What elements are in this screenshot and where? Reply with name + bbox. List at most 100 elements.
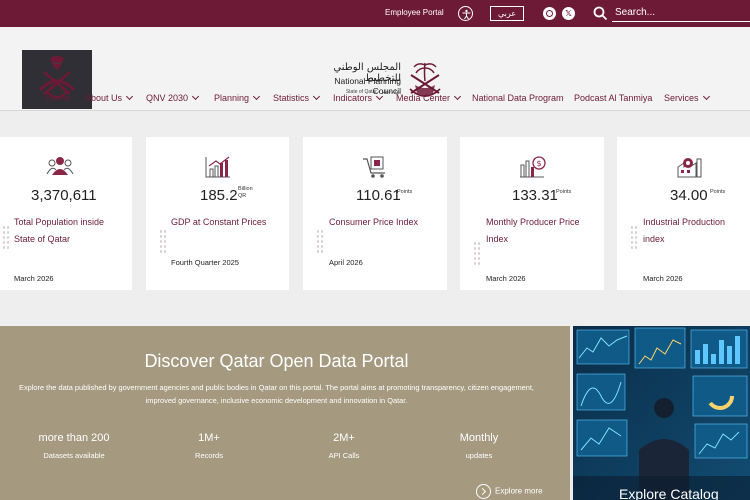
stat-label: Total Population inside State of Qatar [14,214,104,248]
open-data-title: Discover Qatar Open Data Portal [144,351,409,371]
stat-label-line: Industrial Production [643,217,726,227]
stat-label: Industrial Production index [643,214,725,248]
explore-catalog-title: Explore Catalog [619,486,719,500]
chevron-down-icon [125,92,134,101]
nav-qnv-2030[interactable]: QNV 2030 [146,92,200,103]
stat-card-gdp[interactable]: 185.2 Billion QR GDP at Constant Prices F… [146,137,289,290]
stat-card-ppi[interactable]: $ 133.31 Points Monthly Producer Price In… [460,137,604,290]
description-line: improved governance, inclusive economic … [145,396,408,405]
nav-label: Indicators [333,93,373,103]
search-input[interactable] [612,4,750,22]
stat-label-line: GDP at Constant Prices [171,217,267,227]
open-data-stat-number: 1M+ [198,432,220,444]
stat-unit-line: QR [238,193,247,199]
industry-icon [677,158,702,178]
stat-value: 133.31 [512,187,558,204]
top-bar: Employee Portal عربي 𝕏 [0,0,750,27]
stat-label-line: Consumer Price Index [329,217,419,227]
chevron-down-icon [252,92,261,101]
producer-price-icon: $ [520,156,546,178]
language-toggle[interactable]: عربي [490,6,524,21]
stat-unit: Points [556,189,571,196]
stat-value: 110.61 [356,187,401,204]
stat-card-cpi[interactable]: 110.61 Points Consumer Price Index April… [303,137,447,290]
stat-unit: Points [710,189,725,196]
stat-value: 185.2 [200,187,238,204]
nav-statistics[interactable]: Statistics [273,92,321,103]
stat-unit-line: Points [397,189,413,195]
dots-decoration [630,225,638,251]
nav-indicators[interactable]: Indicators [333,92,384,103]
open-data-stat: Monthly updates [434,432,524,460]
stat-card-industrial-production[interactable]: 34.00 Points Industrial Production index … [617,137,750,290]
cart-icon [363,156,385,178]
x-twitter-icon[interactable]: 𝕏 [562,7,575,20]
nav-label: Podcast Al Tanmiya [574,93,653,103]
stat-label-line: Total Population inside [14,217,105,227]
stat-value: 34.00 [670,187,708,204]
chevron-down-icon [312,92,321,101]
stat-unit-line: Points [556,189,572,195]
chevron-down-icon [453,92,462,101]
nav-home[interactable]: Home [46,93,70,103]
accessibility-icon[interactable] [458,6,473,21]
open-data-stat-text: Datasets available [43,451,105,460]
stat-label-line: Index [486,234,509,244]
chevron-down-icon [375,92,384,101]
nav-services[interactable]: Services [664,92,710,103]
stat-label-line: Monthly Producer Price [486,217,580,227]
key-indicators-section: 3,370,611 Total Population inside State o… [0,112,750,324]
growth-chart-icon [205,156,230,178]
stat-date: March 2026 [486,274,526,283]
nav-label: Planning [214,93,250,103]
svg-text:$: $ [536,159,541,168]
search-icon[interactable] [593,6,608,26]
open-data-stat-text: API Calls [328,451,360,460]
main-navigation: Home About Us QNV 2030 Planning Statisti… [0,92,750,107]
analyst-dashboard-image [573,326,750,500]
nav-podcast[interactable]: Podcast Al Tanmiya [574,93,652,103]
open-data-stat: 2M+ API Calls [299,432,389,460]
stat-card-population[interactable]: 3,370,611 Total Population inside State o… [0,137,132,290]
nav-label: Statistics [273,93,310,103]
stat-unit-line: Points [710,189,726,195]
dots-decoration [2,225,10,251]
explore-catalog-card[interactable]: Explore Catalog [573,326,750,500]
nav-planning[interactable]: Planning [214,92,261,103]
stat-unit: Billion QR [238,186,253,200]
open-data-stat-number: more than 200 [38,432,110,444]
nav-about-us[interactable]: About Us [85,92,134,103]
population-icon [46,157,74,175]
explore-more-label: Explore more [495,486,543,496]
dots-decoration [159,229,167,255]
open-data-portal-section: Discover Qatar Open Data Portal Explore … [0,326,570,500]
dots-decoration [316,229,324,255]
dots-decoration [473,241,481,267]
stat-label: GDP at Constant Prices [171,214,266,231]
nav-label: Media Center [396,93,451,103]
open-data-description: Explore the data published by government… [0,381,553,407]
nav-label: Services [664,93,699,103]
open-data-stat-text: Records [195,451,223,460]
arrow-right-icon [476,484,491,499]
open-data-stat-number: Monthly [459,432,499,444]
instagram-icon[interactable] [543,7,556,20]
open-data-stat-number: 2M+ [333,432,355,444]
stat-date: Fourth Quarter 2025 [171,258,239,267]
nav-media-center[interactable]: Media Center [396,92,462,103]
employee-portal-link[interactable]: Employee Portal [385,8,444,17]
chevron-down-icon [191,92,200,101]
stat-date: April 2026 [329,258,363,267]
nav-label: QNV 2030 [146,93,189,103]
stat-value: 3,370,611 [31,187,97,204]
stat-label-line: State of Qatar [14,234,71,244]
nav-national-data-program[interactable]: National Data Program [472,93,564,103]
description-line: Explore the data published by government… [19,383,534,392]
stat-label: Consumer Price Index [329,214,418,231]
explore-more-link[interactable]: Explore more [476,484,543,499]
nav-label: Home [46,93,71,103]
stat-date: March 2026 [643,274,683,283]
chevron-down-icon [702,92,710,101]
open-data-stat: more than 200 Datasets available [29,432,119,460]
stat-label-line: index [643,234,665,244]
